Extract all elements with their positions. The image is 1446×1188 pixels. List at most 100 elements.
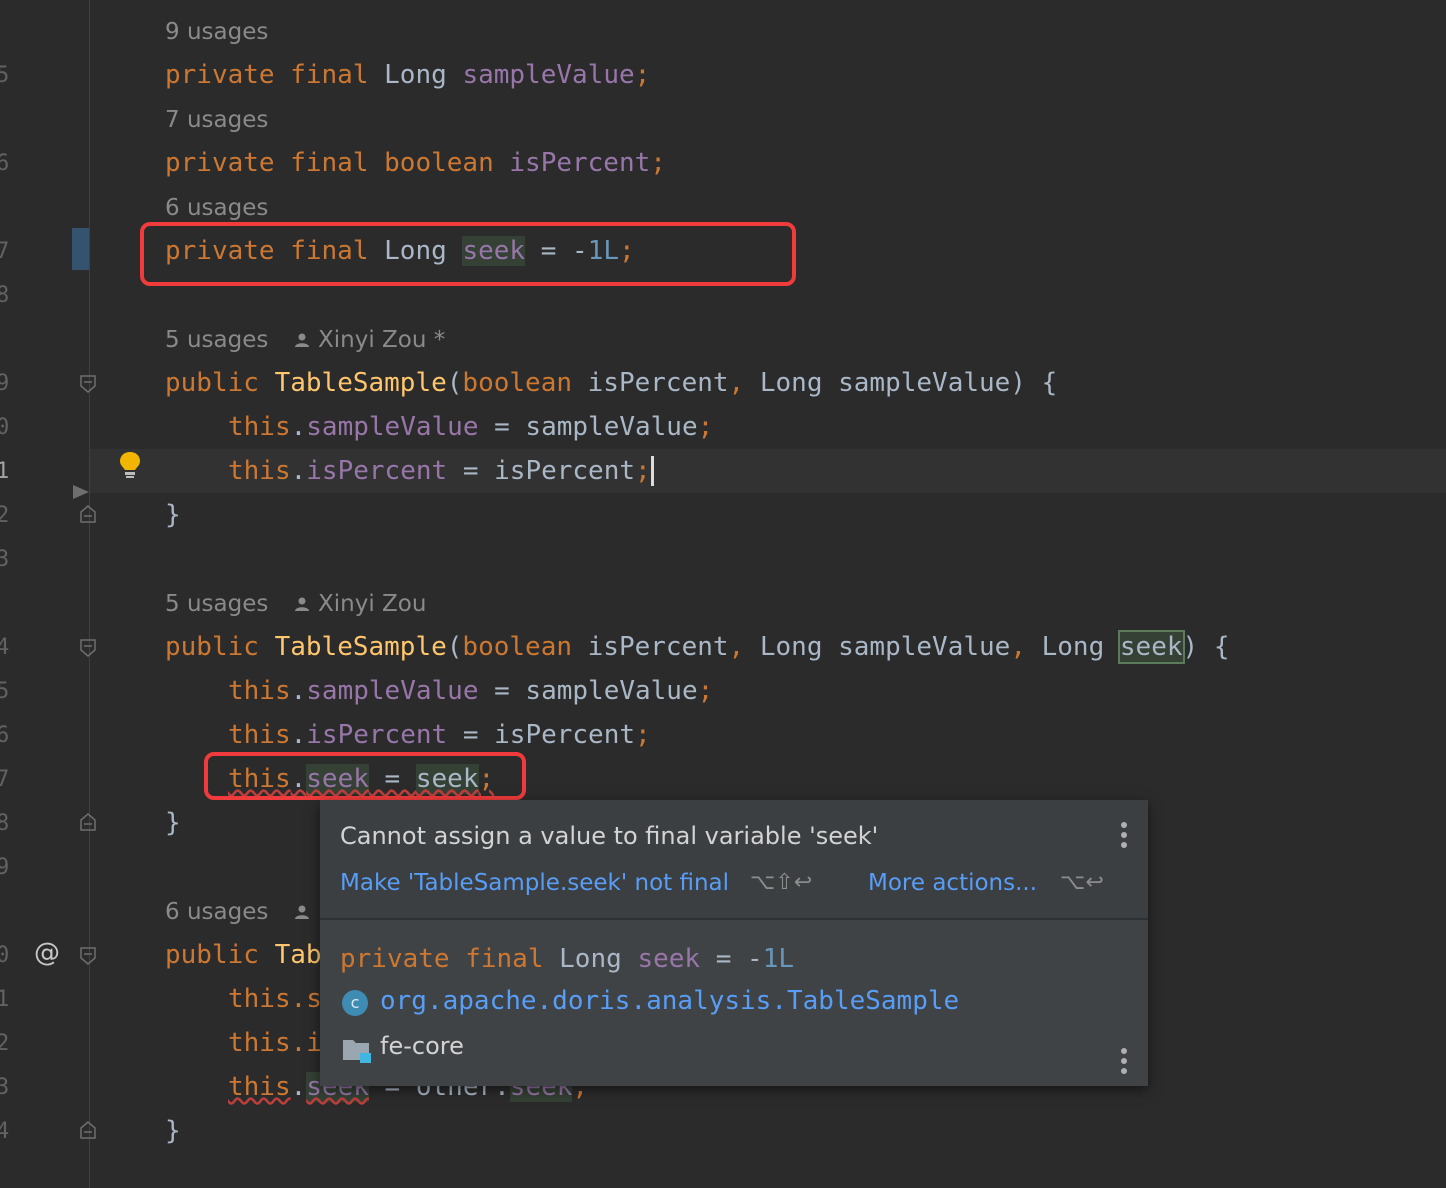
line-number[interactable]: 6	[0, 722, 20, 750]
code-line[interactable]: this.sampleValue = sampleValue;	[228, 412, 713, 442]
punct: ,	[728, 368, 745, 398]
fold-open-icon[interactable]	[80, 375, 96, 393]
code-line[interactable]: public Tab	[165, 940, 322, 970]
punct: ;	[634, 60, 651, 90]
expr: = isPercent	[447, 720, 636, 750]
code-line[interactable]: this.sampleValue = sampleValue;	[228, 676, 713, 706]
keyword: this	[228, 412, 291, 442]
param: Long sampleValue	[744, 632, 1011, 662]
make-not-final-action[interactable]: Make 'TableSample.seek' not final	[340, 870, 729, 896]
type: Long	[559, 944, 622, 974]
highlight-box-error-line	[204, 752, 526, 800]
highlight-box-field-decl	[140, 222, 796, 286]
punct: (	[446, 632, 463, 662]
fold-close-icon[interactable]	[80, 813, 96, 831]
person-icon	[295, 597, 309, 611]
code-line[interactable]: }	[165, 500, 181, 530]
line-number[interactable]: 7	[0, 766, 20, 794]
declaration-preview: private final Long seek = -1L	[340, 944, 794, 974]
param: isPercent	[572, 632, 729, 662]
fold-close-icon[interactable]	[80, 1121, 96, 1139]
keyword: boolean	[462, 632, 572, 662]
fold-close-icon[interactable]	[80, 505, 96, 523]
param: isPercent	[572, 368, 729, 398]
line-number[interactable]: 9	[0, 370, 20, 398]
usages-hint[interactable]: 5 usages	[165, 326, 268, 354]
override-at-icon[interactable]: @	[34, 938, 60, 968]
code-line[interactable]: public TableSample(boolean isPercent, Lo…	[165, 630, 1229, 664]
punct: ;	[635, 456, 651, 486]
line-number[interactable]: 0	[0, 942, 20, 970]
error-message: Cannot assign a value to final variable …	[340, 822, 879, 850]
line-number[interactable]: 5	[0, 62, 20, 90]
popup-menu-icon[interactable]	[1121, 1048, 1127, 1078]
code-line-current[interactable]: this.isPercent = isPercent;	[228, 456, 654, 486]
usages-hint[interactable]: 7 usages	[165, 106, 268, 134]
lightbulb-icon[interactable]	[118, 450, 142, 480]
code-line[interactable]: public TableSample(boolean isPercent, Lo…	[165, 368, 1057, 398]
line-number[interactable]: 8	[0, 282, 20, 310]
line-number[interactable]: 3	[0, 1074, 20, 1102]
module-folder-icon	[343, 1040, 371, 1063]
breakpoint-arrow-icon[interactable]	[72, 484, 90, 500]
line-number[interactable]: 4	[0, 1118, 20, 1146]
code-line[interactable]: }	[165, 1116, 181, 1146]
line-number[interactable]: 0	[0, 414, 20, 442]
type: Long	[384, 60, 447, 90]
code-line[interactable]: this.isPercent = isPercent;	[228, 720, 651, 750]
code-line[interactable]: }	[165, 808, 181, 838]
module-name: fe-core	[380, 1032, 464, 1060]
code-line[interactable]: private final Long sampleValue;	[165, 60, 650, 90]
usages-hint[interactable]: 6 usages	[165, 194, 268, 222]
keyword: this	[228, 456, 291, 486]
line-number[interactable]: 7	[0, 238, 20, 266]
line-number[interactable]: 5	[0, 678, 20, 706]
field-name: sampleValue	[306, 412, 479, 442]
vcs-change-marker[interactable]	[72, 228, 89, 270]
field-name: isPercent	[306, 456, 448, 486]
fold-open-icon[interactable]	[80, 639, 96, 657]
line-number[interactable]: 6	[0, 150, 20, 178]
usages-hint[interactable]: 5 usages	[165, 590, 268, 618]
class-link[interactable]: org.apache.doris.analysis.TableSample	[380, 986, 959, 1016]
author-hint[interactable]: Xinyi Zou *	[318, 326, 445, 354]
punct: .	[290, 720, 307, 750]
line-number[interactable]: 2	[0, 1030, 20, 1058]
punct: ,	[1010, 632, 1026, 662]
field-name: isPercent	[306, 720, 448, 750]
punct: (	[446, 368, 463, 398]
line-number[interactable]: 8	[0, 810, 20, 838]
line-number[interactable]: 3	[0, 546, 20, 574]
code-line[interactable]: this.i	[228, 1028, 322, 1058]
fold-open-icon[interactable]	[80, 947, 96, 965]
punct: ;	[697, 676, 714, 706]
usages-hint[interactable]: 6 usages	[165, 898, 268, 926]
usages-hint[interactable]: 9 usages	[165, 18, 268, 46]
line-number[interactable]: 1	[0, 458, 20, 486]
line-number[interactable]: 4	[0, 634, 20, 662]
punct: ;	[635, 720, 651, 750]
field-name: sampleValue	[462, 60, 635, 90]
code-line[interactable]: private final boolean isPercent;	[165, 148, 666, 178]
field-name: isPercent	[509, 148, 651, 178]
line-number[interactable]: 2	[0, 502, 20, 530]
class-icon: c	[342, 990, 368, 1016]
punct: ;	[697, 412, 714, 442]
popup-menu-icon[interactable]	[1121, 822, 1127, 852]
author-hint[interactable]: Xinyi Zou	[318, 590, 426, 618]
method-name: Tab	[274, 940, 322, 970]
code-line[interactable]: this.s	[228, 984, 322, 1014]
expr: = isPercent	[447, 456, 636, 486]
expr: = sampleValue	[478, 676, 698, 706]
keyword: public	[165, 368, 259, 398]
more-actions-link[interactable]: More actions...	[868, 870, 1037, 896]
punct: .	[290, 456, 307, 486]
punct: .	[290, 412, 307, 442]
keyword: this	[228, 720, 291, 750]
error-popup[interactable]: Cannot assign a value to final variable …	[320, 800, 1148, 1086]
line-number[interactable]: 9	[0, 854, 20, 882]
method-name: TableSample	[274, 632, 447, 662]
keyword: public	[165, 632, 259, 662]
keyword: private final	[340, 944, 544, 974]
line-number[interactable]: 1	[0, 986, 20, 1014]
